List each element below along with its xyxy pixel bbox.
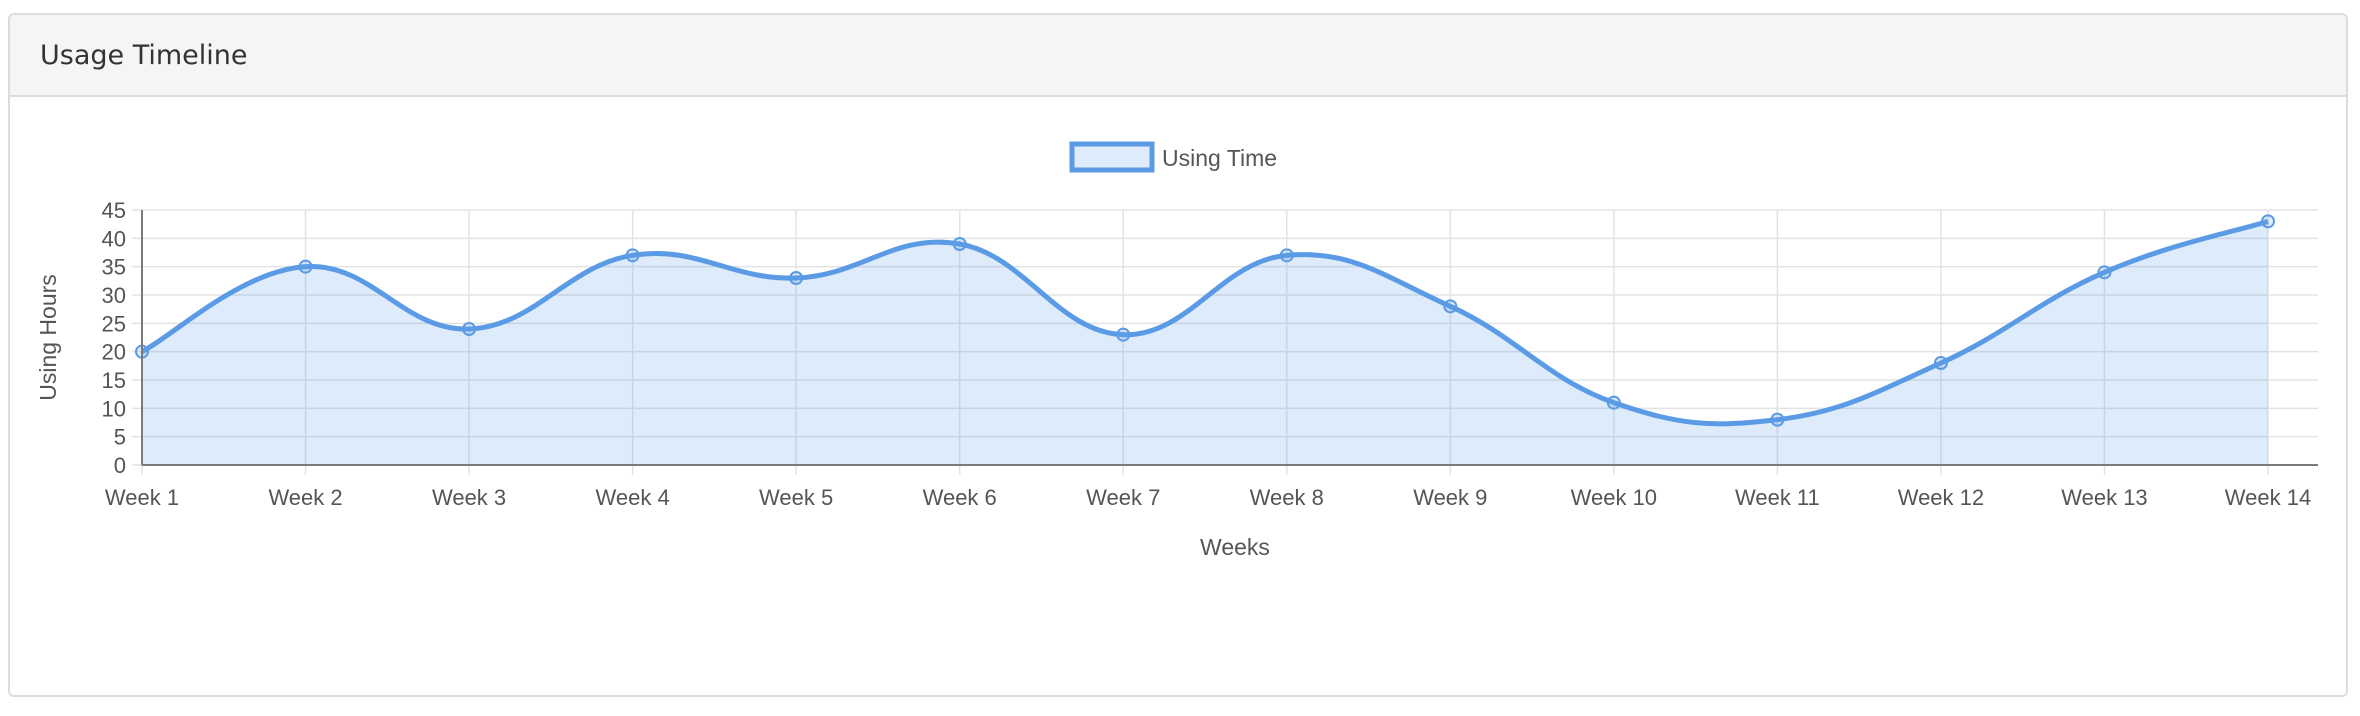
data-point-week-6[interactable] <box>952 237 967 251</box>
x-tick-label: Week 2 <box>268 485 342 510</box>
data-point-week-7[interactable] <box>1116 327 1131 342</box>
y-tick-label: 5 <box>114 425 126 450</box>
y-tick-label: 15 <box>102 368 126 393</box>
y-tick-label: 40 <box>102 226 126 251</box>
data-point-week-14[interactable] <box>2261 214 2275 229</box>
x-tick-label: Week 10 <box>1571 485 1657 510</box>
y-axis-title: Using Hours <box>35 274 61 401</box>
x-tick-label: Week 8 <box>1250 485 1324 510</box>
x-tick-label: Week 11 <box>1735 485 1820 510</box>
x-tick-label: Week 13 <box>2061 485 2147 510</box>
legend-swatch-using-time[interactable] <box>1069 141 1155 173</box>
y-tick-label: 20 <box>102 340 126 365</box>
y-tick-label: 35 <box>102 255 126 280</box>
x-axis-title: Weeks <box>1200 534 1270 560</box>
y-tick-label: 25 <box>102 311 126 336</box>
usage-chart: 0 5 10 15 20 25 30 35 40 45 Week 1 Week 2 Week 3 Week… <box>35 141 2318 560</box>
x-tick-label: Week 12 <box>1898 485 1984 510</box>
data-point-week-2[interactable] <box>298 259 313 274</box>
y-tick-label: 10 <box>102 396 126 421</box>
x-tick-label: Week 7 <box>1086 485 1160 510</box>
x-tick-label: Week 9 <box>1413 485 1487 510</box>
data-point-week-13[interactable] <box>2097 265 2112 280</box>
y-tick-label: 30 <box>102 283 126 308</box>
data-point-week-12[interactable] <box>1933 356 1948 370</box>
panel-title: Usage Timeline <box>40 39 248 71</box>
usage-timeline-panel: Usage Timeline 0 5 10 15 20 25 30 35 40 45 Week 1 W… <box>8 13 2348 697</box>
data-point-week-4[interactable] <box>625 248 640 263</box>
y-tick-label: 0 <box>114 453 126 478</box>
legend-label-using-time[interactable]: Using Time <box>1162 145 1277 171</box>
data-point-week-9[interactable] <box>1443 299 1458 314</box>
area-fill-layer <box>142 221 2268 465</box>
data-point-week-5[interactable] <box>789 271 804 285</box>
x-tick-label: Week 5 <box>759 485 833 510</box>
data-point-week-11[interactable] <box>1770 412 1785 427</box>
x-tick-label: Week 3 <box>432 485 506 510</box>
data-point-week-8[interactable] <box>1279 248 1294 263</box>
series-area-using-time <box>142 221 2268 465</box>
chart-container: 0 5 10 15 20 25 30 35 40 45 Week 1 Week 2 Week 3 Week… <box>10 97 2346 695</box>
legend[interactable]: Using Time <box>1069 141 1277 173</box>
data-point-week-10[interactable] <box>1606 395 1621 410</box>
x-tick-label: Week 4 <box>596 485 670 510</box>
x-tick-label: Week 6 <box>923 485 997 510</box>
x-tick-label: Week 1 <box>105 485 179 510</box>
data-point-week-3[interactable] <box>462 322 477 336</box>
y-tick-label: 45 <box>102 198 126 223</box>
x-tick-label: Week 14 <box>2225 485 2311 510</box>
panel-header: Usage Timeline <box>10 15 2346 97</box>
